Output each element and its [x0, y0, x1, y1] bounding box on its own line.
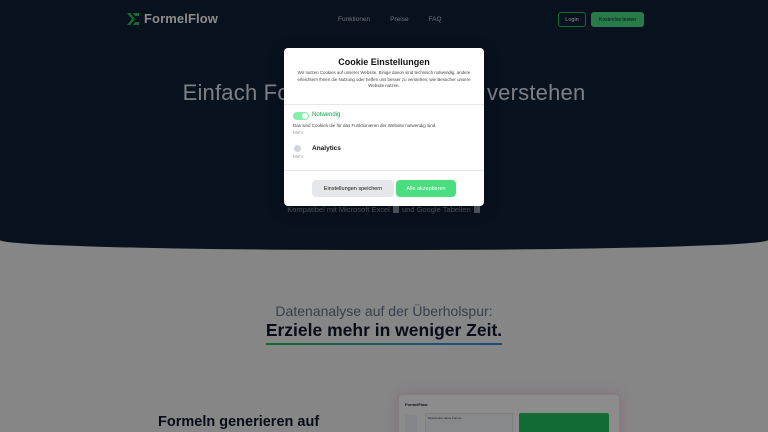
analytics-more-link[interactable]: Mehr	[293, 154, 303, 159]
necessary-more-link[interactable]: Mehr	[293, 130, 303, 135]
analytics-label: Analytics	[312, 145, 341, 152]
accept-all-button[interactable]: Alle akzeptieren	[396, 180, 456, 197]
cookie-dialog-title: Cookie Einstellungen	[338, 57, 430, 67]
divider	[284, 104, 484, 105]
necessary-toggle[interactable]	[293, 112, 309, 120]
cookie-dialog-description: Wir nutzen Cookies auf unserer Website. …	[297, 70, 471, 88]
necessary-description: Das sind Cookies die für das Funktionier…	[293, 123, 437, 128]
divider	[284, 170, 484, 171]
cookie-settings-dialog: Cookie Einstellungen Wir nutzen Cookies …	[284, 48, 484, 206]
analytics-toggle[interactable]	[294, 145, 301, 152]
save-settings-button[interactable]: Einstellungen speichern	[312, 180, 394, 197]
necessary-label: Notwendig	[312, 112, 341, 118]
